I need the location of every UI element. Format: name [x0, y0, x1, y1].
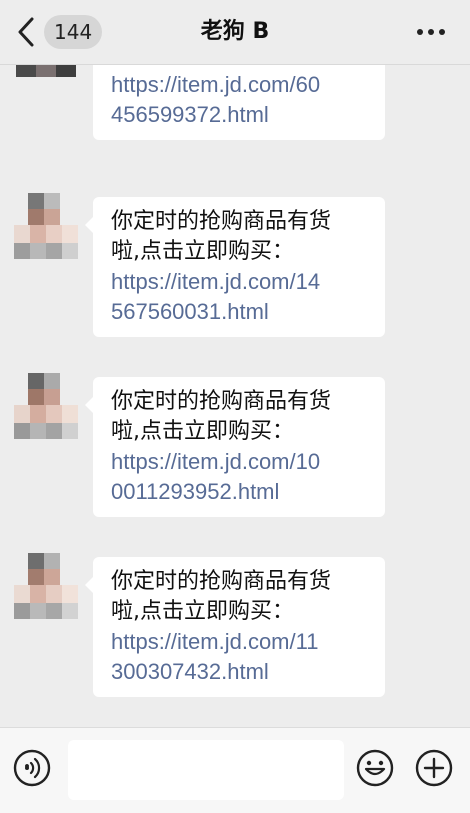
avatar[interactable]	[14, 373, 78, 445]
message-text: 啦,点击立即购买：	[111, 599, 294, 624]
message-bubble[interactable]: 你定时的抢购商品有货 啦,点击立即购买： https://item.jd.com…	[85, 377, 385, 517]
more-dots-icon[interactable]	[414, 20, 448, 44]
plus-icon[interactable]	[414, 748, 454, 788]
message-input[interactable]	[68, 740, 344, 800]
message-text: 你定时的抢购商品有货	[111, 389, 332, 414]
message-text: 啦,点击立即购买：	[111, 239, 294, 264]
message-text: 你定时的抢购商品有货	[111, 569, 332, 594]
composer-bar	[0, 727, 470, 813]
message-text: 你定时的抢购商品有货	[111, 209, 332, 234]
message-link[interactable]: 456599372.html	[111, 100, 371, 130]
message-link[interactable]: https://item.jd.com/14	[111, 267, 371, 297]
message-bubble[interactable]: 你定时的抢购商品有货 啦,点击立即购买： https://item.jd.com…	[85, 197, 385, 337]
message-link[interactable]: https://item.jd.com/60	[111, 70, 371, 100]
avatar[interactable]	[14, 193, 78, 265]
avatar[interactable]	[14, 65, 78, 101]
message-link[interactable]: 0011293952.html	[111, 477, 371, 507]
emoji-icon[interactable]	[355, 748, 395, 788]
avatar[interactable]	[14, 553, 78, 625]
message-link[interactable]: 567560031.html	[111, 297, 371, 327]
message-list[interactable]: 啦,点击立即购买： https://item.jd.com/60 4565993…	[0, 65, 470, 727]
message-link[interactable]: https://item.jd.com/11	[111, 627, 371, 657]
message-bubble[interactable]: 啦,点击立即购买： https://item.jd.com/60 4565993…	[93, 65, 385, 140]
chat-title: 老狗 B	[200, 19, 270, 44]
message-link[interactable]: https://item.jd.com/10	[111, 447, 371, 477]
voice-icon[interactable]	[12, 748, 52, 788]
message-link[interactable]: 300307432.html	[111, 657, 371, 687]
chat-header: 144 老狗 B	[0, 0, 470, 65]
message-bubble[interactable]: 你定时的抢购商品有货 啦,点击立即购买： https://item.jd.com…	[85, 557, 385, 697]
message-text: 啦,点击立即购买：	[111, 419, 294, 444]
